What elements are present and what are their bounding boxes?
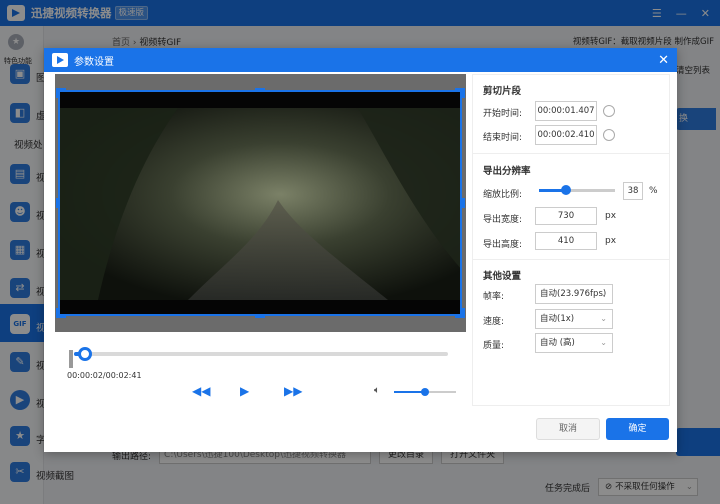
close-icon[interactable]: ✕ — [658, 53, 669, 68]
divider — [473, 259, 669, 260]
crop-handle-tr-v[interactable] — [462, 88, 465, 98]
end-time-label: 结束时间: — [483, 133, 523, 143]
clip-start-marker[interactable] — [69, 350, 73, 368]
speed-value: 自动(1x) — [540, 314, 575, 324]
rewind-icon[interactable]: ◀◀ — [192, 384, 210, 398]
timeline-track[interactable] — [74, 352, 448, 356]
params-dialog: 参数设置 ✕ 00:00:02/00:02:41 ◀◀ ▶ ▶▶ 🔈︎ 剪切片段… — [44, 48, 677, 452]
crop-handle-right[interactable] — [462, 198, 465, 208]
crop-handle-top[interactable] — [255, 88, 265, 91]
playback-time: 00:00:02/00:02:41 — [67, 371, 142, 380]
crop-handle-left[interactable] — [56, 198, 59, 208]
end-time-input[interactable]: 00:00:02.410 — [535, 125, 597, 145]
scale-unit: % — [649, 186, 658, 196]
quality-label: 质量: — [483, 341, 505, 351]
height-input[interactable]: 410 — [535, 232, 597, 250]
start-time-input[interactable]: 00:00:01.407 — [535, 101, 597, 121]
quality-value: 自动 (高) — [540, 338, 575, 348]
fps-label: 帧率: — [483, 292, 505, 302]
cancel-button[interactable]: 取消 — [536, 418, 600, 440]
width-label: 导出宽度: — [483, 215, 523, 225]
scale-handle[interactable] — [561, 185, 571, 195]
crop-handle-tl-v[interactable] — [56, 88, 59, 98]
dialog-header: 参数设置 ✕ — [44, 48, 677, 72]
scale-input[interactable]: 38 — [623, 182, 643, 200]
speed-label: 速度: — [483, 317, 505, 327]
speed-select[interactable]: 自动(1x) ⌄ — [535, 309, 613, 329]
other-section-title: 其他设置 — [483, 271, 522, 282]
settings-panel: 剪切片段 开始时间: 00:00:01.407 结束时间: 00:00:02.4… — [472, 74, 670, 406]
dialog-logo-icon — [52, 53, 68, 67]
ok-button[interactable]: 确定 — [606, 418, 669, 440]
video-preview-frame — [55, 74, 466, 332]
resolution-section-title: 导出分辨率 — [483, 166, 531, 177]
chevron-down-icon: ⌄ — [600, 338, 607, 347]
fps-value: 自动(23.976fps) — [540, 289, 607, 299]
play-icon[interactable]: ▶ — [240, 384, 249, 398]
chevron-down-icon: ⌄ — [600, 314, 607, 323]
chevron-down-icon: ⌄ — [600, 289, 607, 298]
clip-section-title: 剪切片段 — [483, 86, 522, 97]
timeline-handle[interactable] — [78, 347, 92, 361]
reset-end-icon[interactable] — [603, 129, 615, 141]
scale-slider[interactable] — [539, 189, 615, 192]
height-label: 导出高度: — [483, 240, 523, 250]
fast-forward-icon[interactable]: ▶▶ — [284, 384, 302, 398]
volume-icon[interactable]: 🔈︎ — [374, 385, 380, 396]
width-unit: px — [605, 211, 617, 221]
quality-select[interactable]: 自动 (高) ⌄ — [535, 333, 613, 353]
crop-handle-bl-v[interactable] — [56, 308, 59, 318]
reset-start-icon[interactable] — [603, 105, 615, 117]
start-time-label: 开始时间: — [483, 109, 523, 119]
crop-box[interactable] — [58, 90, 462, 316]
fps-select[interactable]: 自动(23.976fps) ⌄ — [535, 284, 613, 304]
divider — [473, 153, 669, 154]
scale-label: 缩放比例: — [483, 190, 523, 200]
volume-handle[interactable] — [421, 388, 429, 396]
dialog-title: 参数设置 — [74, 56, 114, 68]
crop-handle-bottom[interactable] — [255, 315, 265, 318]
height-unit: px — [605, 236, 617, 246]
crop-handle-br-v[interactable] — [462, 308, 465, 318]
width-input[interactable]: 730 — [535, 207, 597, 225]
